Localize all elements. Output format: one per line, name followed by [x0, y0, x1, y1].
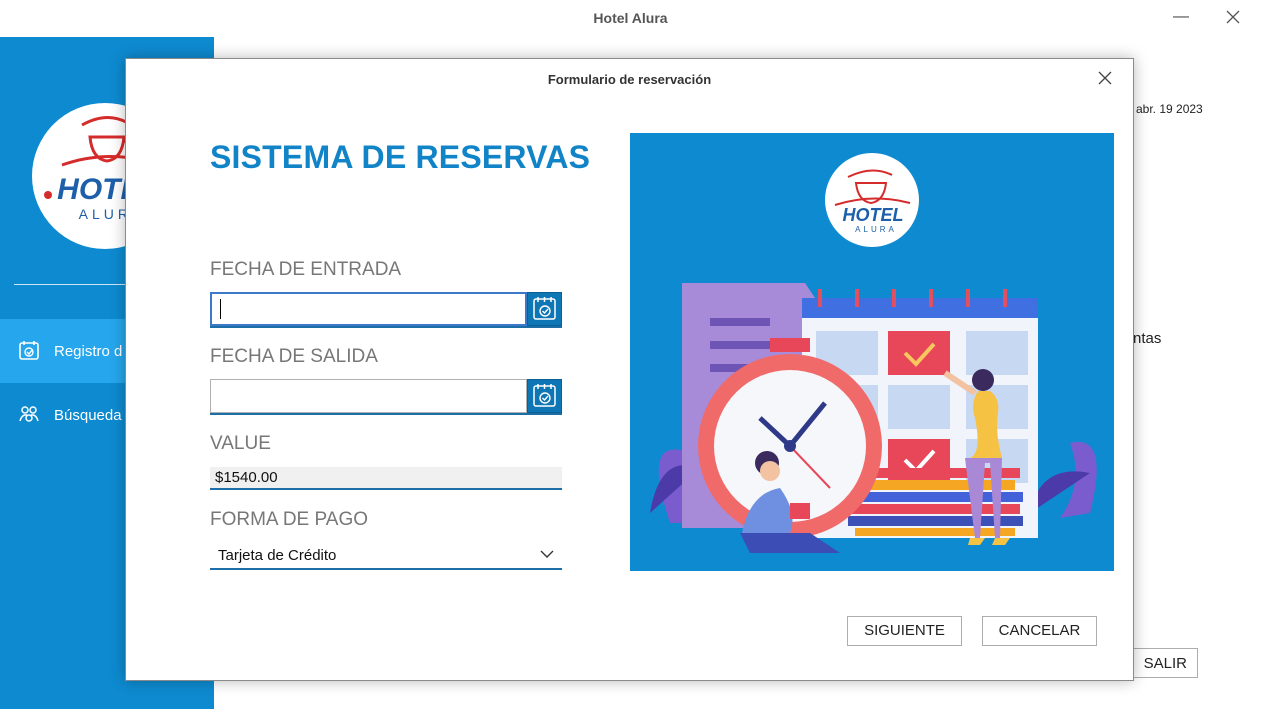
- chevron-down-icon[interactable]: [540, 549, 554, 559]
- reservation-dialog: Formulario de reservación SISTEMA DE RES…: [125, 58, 1134, 681]
- page-title: SISTEMA DE RESERVAS: [210, 139, 591, 175]
- background-partial-text: ntas: [1133, 330, 1162, 347]
- value-field: $1540.00: [210, 467, 562, 489]
- dialog-title: Formulario de reservación: [547, 72, 712, 87]
- checkout-underline: [210, 413, 562, 415]
- users-search-icon: [19, 406, 39, 422]
- minimize-icon[interactable]: —: [1170, 6, 1192, 28]
- payment-label: FORMA DE PAGO: [210, 509, 369, 530]
- logo-brand-top: HOTEL: [843, 205, 904, 225]
- close-icon[interactable]: [1096, 69, 1114, 87]
- checkin-underline: [210, 326, 562, 328]
- booking-illustration: HOTEL ALURA: [630, 133, 1114, 571]
- checkin-label: FECHA DE ENTRADA: [210, 259, 402, 280]
- checkin-calendar-button[interactable]: [527, 292, 562, 326]
- payment-underline: [210, 568, 562, 570]
- checkout-label: FECHA DE SALIDA: [210, 346, 378, 367]
- window-title: Hotel Alura: [593, 10, 668, 26]
- text-caret: [220, 299, 221, 319]
- sidebar-item-label: Búsqueda: [54, 407, 122, 424]
- close-icon[interactable]: [1222, 6, 1244, 28]
- sidebar-item-label: Registro d: [54, 343, 123, 360]
- titlebar: Hotel Alura —: [0, 0, 1261, 37]
- cancel-button[interactable]: CANCELAR: [982, 616, 1097, 646]
- logo-brand-bottom: ALURA: [855, 225, 897, 234]
- value-underline: [210, 488, 562, 490]
- next-button[interactable]: SIGUIENTE: [847, 616, 962, 646]
- calendar-icon: [533, 384, 556, 407]
- checkout-calendar-button[interactable]: [527, 379, 562, 413]
- calendar-icon: [533, 297, 556, 320]
- current-date: abr. 19 2023: [1136, 102, 1203, 116]
- payment-method-select[interactable]: Tarjeta de Crédito: [210, 543, 562, 569]
- checkout-date-field[interactable]: [210, 379, 527, 413]
- calendar-check-icon: [19, 341, 39, 360]
- checkin-date-field[interactable]: [210, 292, 527, 326]
- value-label: VALUE: [210, 433, 271, 454]
